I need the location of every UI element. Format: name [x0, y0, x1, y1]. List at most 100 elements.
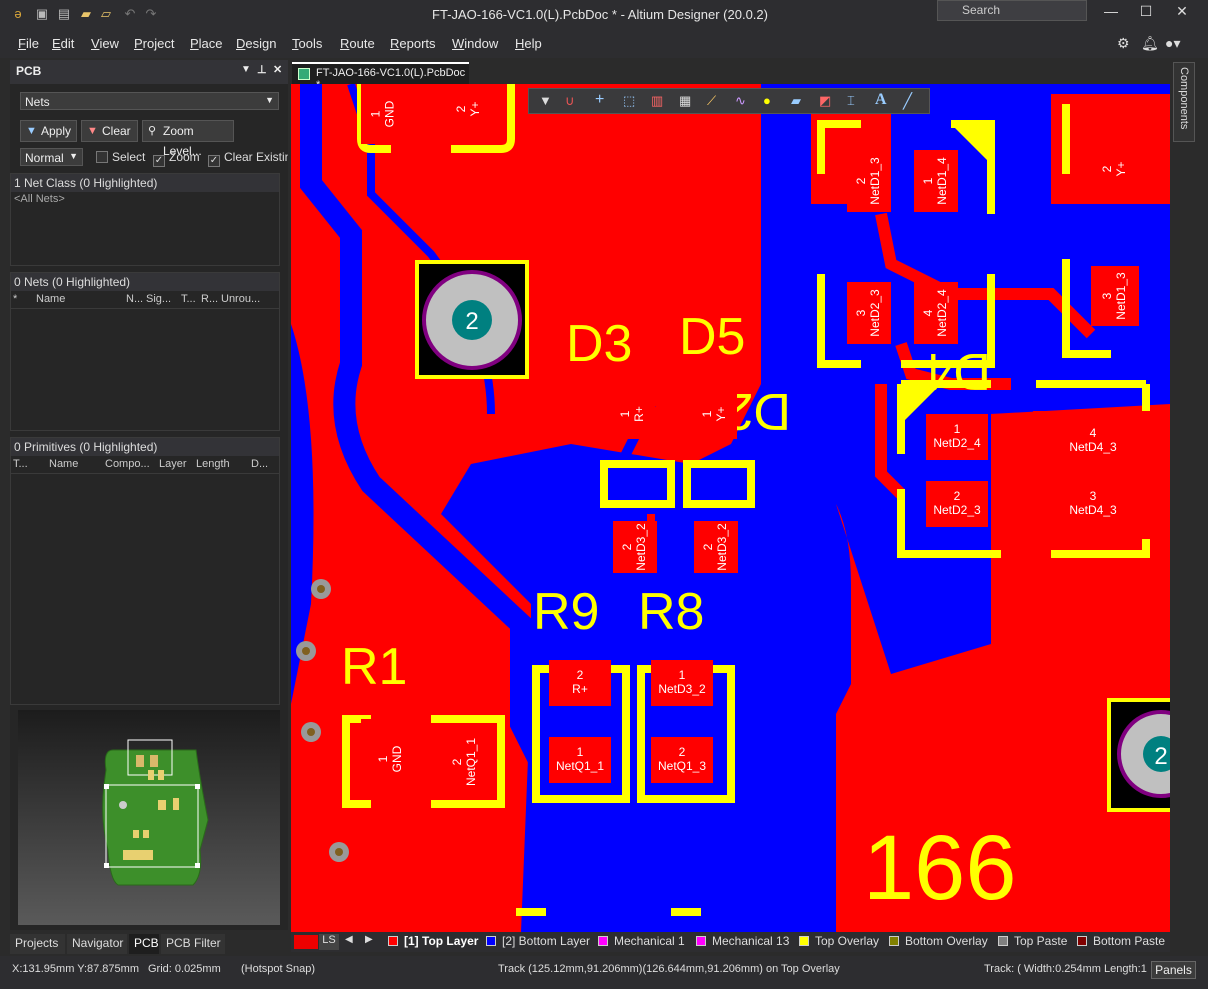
route-icon[interactable]: ⟋ [707, 93, 716, 109]
dimension-icon[interactable]: ⌶ [847, 93, 855, 109]
panels-button[interactable]: Panels [1151, 961, 1196, 979]
layer-mech13[interactable]: Mechanical 13 [696, 934, 789, 948]
menu-tools[interactable]: Tools [292, 36, 322, 51]
col-type[interactable]: T... [13, 458, 28, 470]
pad-netd2-3[interactable]: 2NetD2_3 [926, 481, 988, 527]
pad-netd2-4[interactable]: 1NetD2_4 [926, 414, 988, 460]
pad-r-[interactable]: 2R+ [549, 660, 611, 706]
col-r[interactable]: R... [201, 293, 218, 305]
user-icon[interactable]: ●▾ [1165, 35, 1180, 52]
save-icon[interactable]: ▣ [34, 6, 50, 22]
layer-bottom-overlay[interactable]: Bottom Overlay [889, 934, 988, 948]
clear-button[interactable]: ▼ Clear [81, 120, 138, 142]
polygon-icon[interactable]: ▰ [791, 93, 801, 109]
col-t[interactable]: T... [181, 293, 196, 305]
pad-netd2-3[interactable]: 3 NetD2_3 [847, 282, 891, 344]
pad-y-[interactable]: 2 Y+ [447, 84, 491, 134]
open-project-icon[interactable]: ▱ [98, 6, 114, 22]
menu-reports[interactable]: Reports [390, 36, 436, 51]
components-panel-tab[interactable]: Components [1173, 62, 1195, 142]
undo-icon[interactable]: ↶ [122, 6, 138, 22]
open-folder-icon[interactable]: ▰ [78, 6, 94, 22]
layer-prev-icon[interactable]: ◀ [345, 934, 353, 945]
layer-top-overlay[interactable]: Top Overlay [799, 934, 879, 948]
menu-help[interactable]: Help [515, 36, 542, 51]
col-prim-name[interactable]: Name [49, 458, 78, 470]
minimize-button[interactable]: — [1096, 3, 1126, 23]
col-n[interactable]: N... [126, 293, 143, 305]
pad-y-[interactable]: 2 Y+ [1091, 139, 1139, 199]
pad-netd2-4[interactable]: 4 NetD2_4 [914, 282, 958, 344]
board-preview[interactable] [18, 710, 280, 925]
pad-netd3-2[interactable]: 1NetD3_2 [651, 660, 713, 706]
menu-project[interactable]: Project [134, 36, 174, 51]
panel-menu-icon[interactable]: ▼ [241, 64, 251, 75]
layer-set-button[interactable]: LS [319, 934, 339, 950]
region-icon[interactable]: ◩ [819, 93, 831, 109]
pad-netd1-3[interactable]: 3 NetD1_3 [1091, 266, 1139, 326]
pad-netd1-3[interactable]: 2 NetD1_3 [847, 150, 891, 212]
layer-top-paste[interactable]: Top Paste [998, 934, 1067, 948]
diff-pair-icon[interactable]: ∿ [735, 93, 746, 109]
tab-pcb[interactable]: PCB [129, 934, 159, 954]
menu-edit[interactable]: Edit [52, 36, 74, 51]
pad-y-[interactable]: 1 Y+ [693, 389, 737, 439]
pad-netq1-1[interactable]: 2 NetQ1_1 [441, 732, 489, 792]
magnet-icon[interactable]: ∪ [565, 93, 575, 109]
menu-file[interactable]: File [18, 36, 39, 51]
pad-r-[interactable]: 1 R+ [611, 389, 655, 439]
tab-pcb-filter[interactable]: PCB Filter [161, 934, 225, 954]
select-checkbox[interactable]: Select [96, 150, 145, 164]
current-layer-swatch[interactable] [294, 935, 318, 949]
clear-existing-checkbox[interactable]: ✓ Clear Existin [208, 150, 288, 167]
col-d[interactable]: D... [251, 458, 268, 470]
col-sig[interactable]: Sig... [146, 293, 171, 305]
bell-icon[interactable]: 🔔︎ [1141, 35, 1159, 52]
align-icon[interactable]: ▥ [651, 93, 663, 109]
col-star[interactable]: * [13, 293, 17, 305]
pad-netd3-2[interactable]: 2 NetD3_2 [694, 521, 738, 573]
layer-bottom-paste[interactable]: Bottom Paste [1077, 934, 1165, 948]
menu-window[interactable]: Window [452, 36, 498, 51]
panel-close-icon[interactable]: ✕ [273, 63, 282, 76]
document-tab[interactable]: FT-JAO-166-VC1.0(L).PcbDoc * [292, 62, 469, 91]
pad-gnd[interactable]: 1 GND [361, 84, 406, 144]
search-input[interactable]: Search [937, 0, 1087, 21]
layer-mech1[interactable]: Mechanical 1 [598, 934, 685, 948]
close-button[interactable]: ✕ [1167, 3, 1197, 23]
col-unrouted[interactable]: Unrou... [221, 293, 260, 305]
crosshair-icon[interactable]: + [595, 91, 604, 109]
pcb-canvas[interactable]: 2 2 D3 D5 D2 D4 R9 R8 R1 166 1 GND 2 Y+ … [291, 84, 1170, 932]
col-length[interactable]: Length [196, 458, 230, 470]
layer-top[interactable]: [1] Top Layer [388, 934, 478, 948]
text-icon[interactable]: A [875, 91, 887, 109]
mode-dropdown[interactable]: Nets ▼ [20, 92, 279, 110]
select-rect-icon[interactable]: ⬚ [623, 93, 635, 109]
tab-projects[interactable]: Projects [10, 934, 65, 954]
filter-icon[interactable]: ▼ [539, 93, 552, 108]
maximize-button[interactable]: ☐ [1131, 3, 1161, 23]
pad-netd1-4[interactable]: 1 NetD1_4 [914, 150, 958, 212]
layer-next-icon[interactable]: ▶ [365, 934, 373, 945]
gear-icon[interactable]: ⚙ [1117, 35, 1130, 52]
redo-icon[interactable]: ↷ [143, 6, 159, 22]
col-layer[interactable]: Layer [159, 458, 187, 470]
zoom-level-button[interactable]: ⚲ Zoom Level... [142, 120, 234, 158]
component-icon[interactable]: ▦ [679, 93, 691, 109]
menu-view[interactable]: View [91, 36, 119, 51]
save-all-icon[interactable]: ▤ [56, 6, 72, 22]
menu-route[interactable]: Route [340, 36, 375, 51]
pad-netd3-2[interactable]: 2 NetD3_2 [613, 521, 657, 573]
filter-mode-dropdown[interactable]: Normal ▼ [20, 148, 83, 166]
pin-icon[interactable]: ⊥ [257, 63, 267, 76]
pad-netd4-3[interactable]: 4NetD4_3 [1033, 411, 1153, 471]
layer-bottom[interactable]: [2] Bottom Layer [486, 934, 590, 948]
apply-button[interactable]: ▼ Apply [20, 120, 77, 142]
menu-place[interactable]: Place [190, 36, 223, 51]
via-icon[interactable]: ● [763, 93, 771, 108]
col-name[interactable]: Name [36, 293, 65, 305]
tab-navigator[interactable]: Navigator [67, 934, 127, 954]
pad-netq1-1[interactable]: 1NetQ1_1 [549, 737, 611, 783]
menu-design[interactable]: Design [236, 36, 276, 51]
pcb-graphic[interactable]: 2 2 D3 D5 D2 D4 R9 R8 R1 166 1 GND 2 Y+2… [291, 84, 1170, 932]
